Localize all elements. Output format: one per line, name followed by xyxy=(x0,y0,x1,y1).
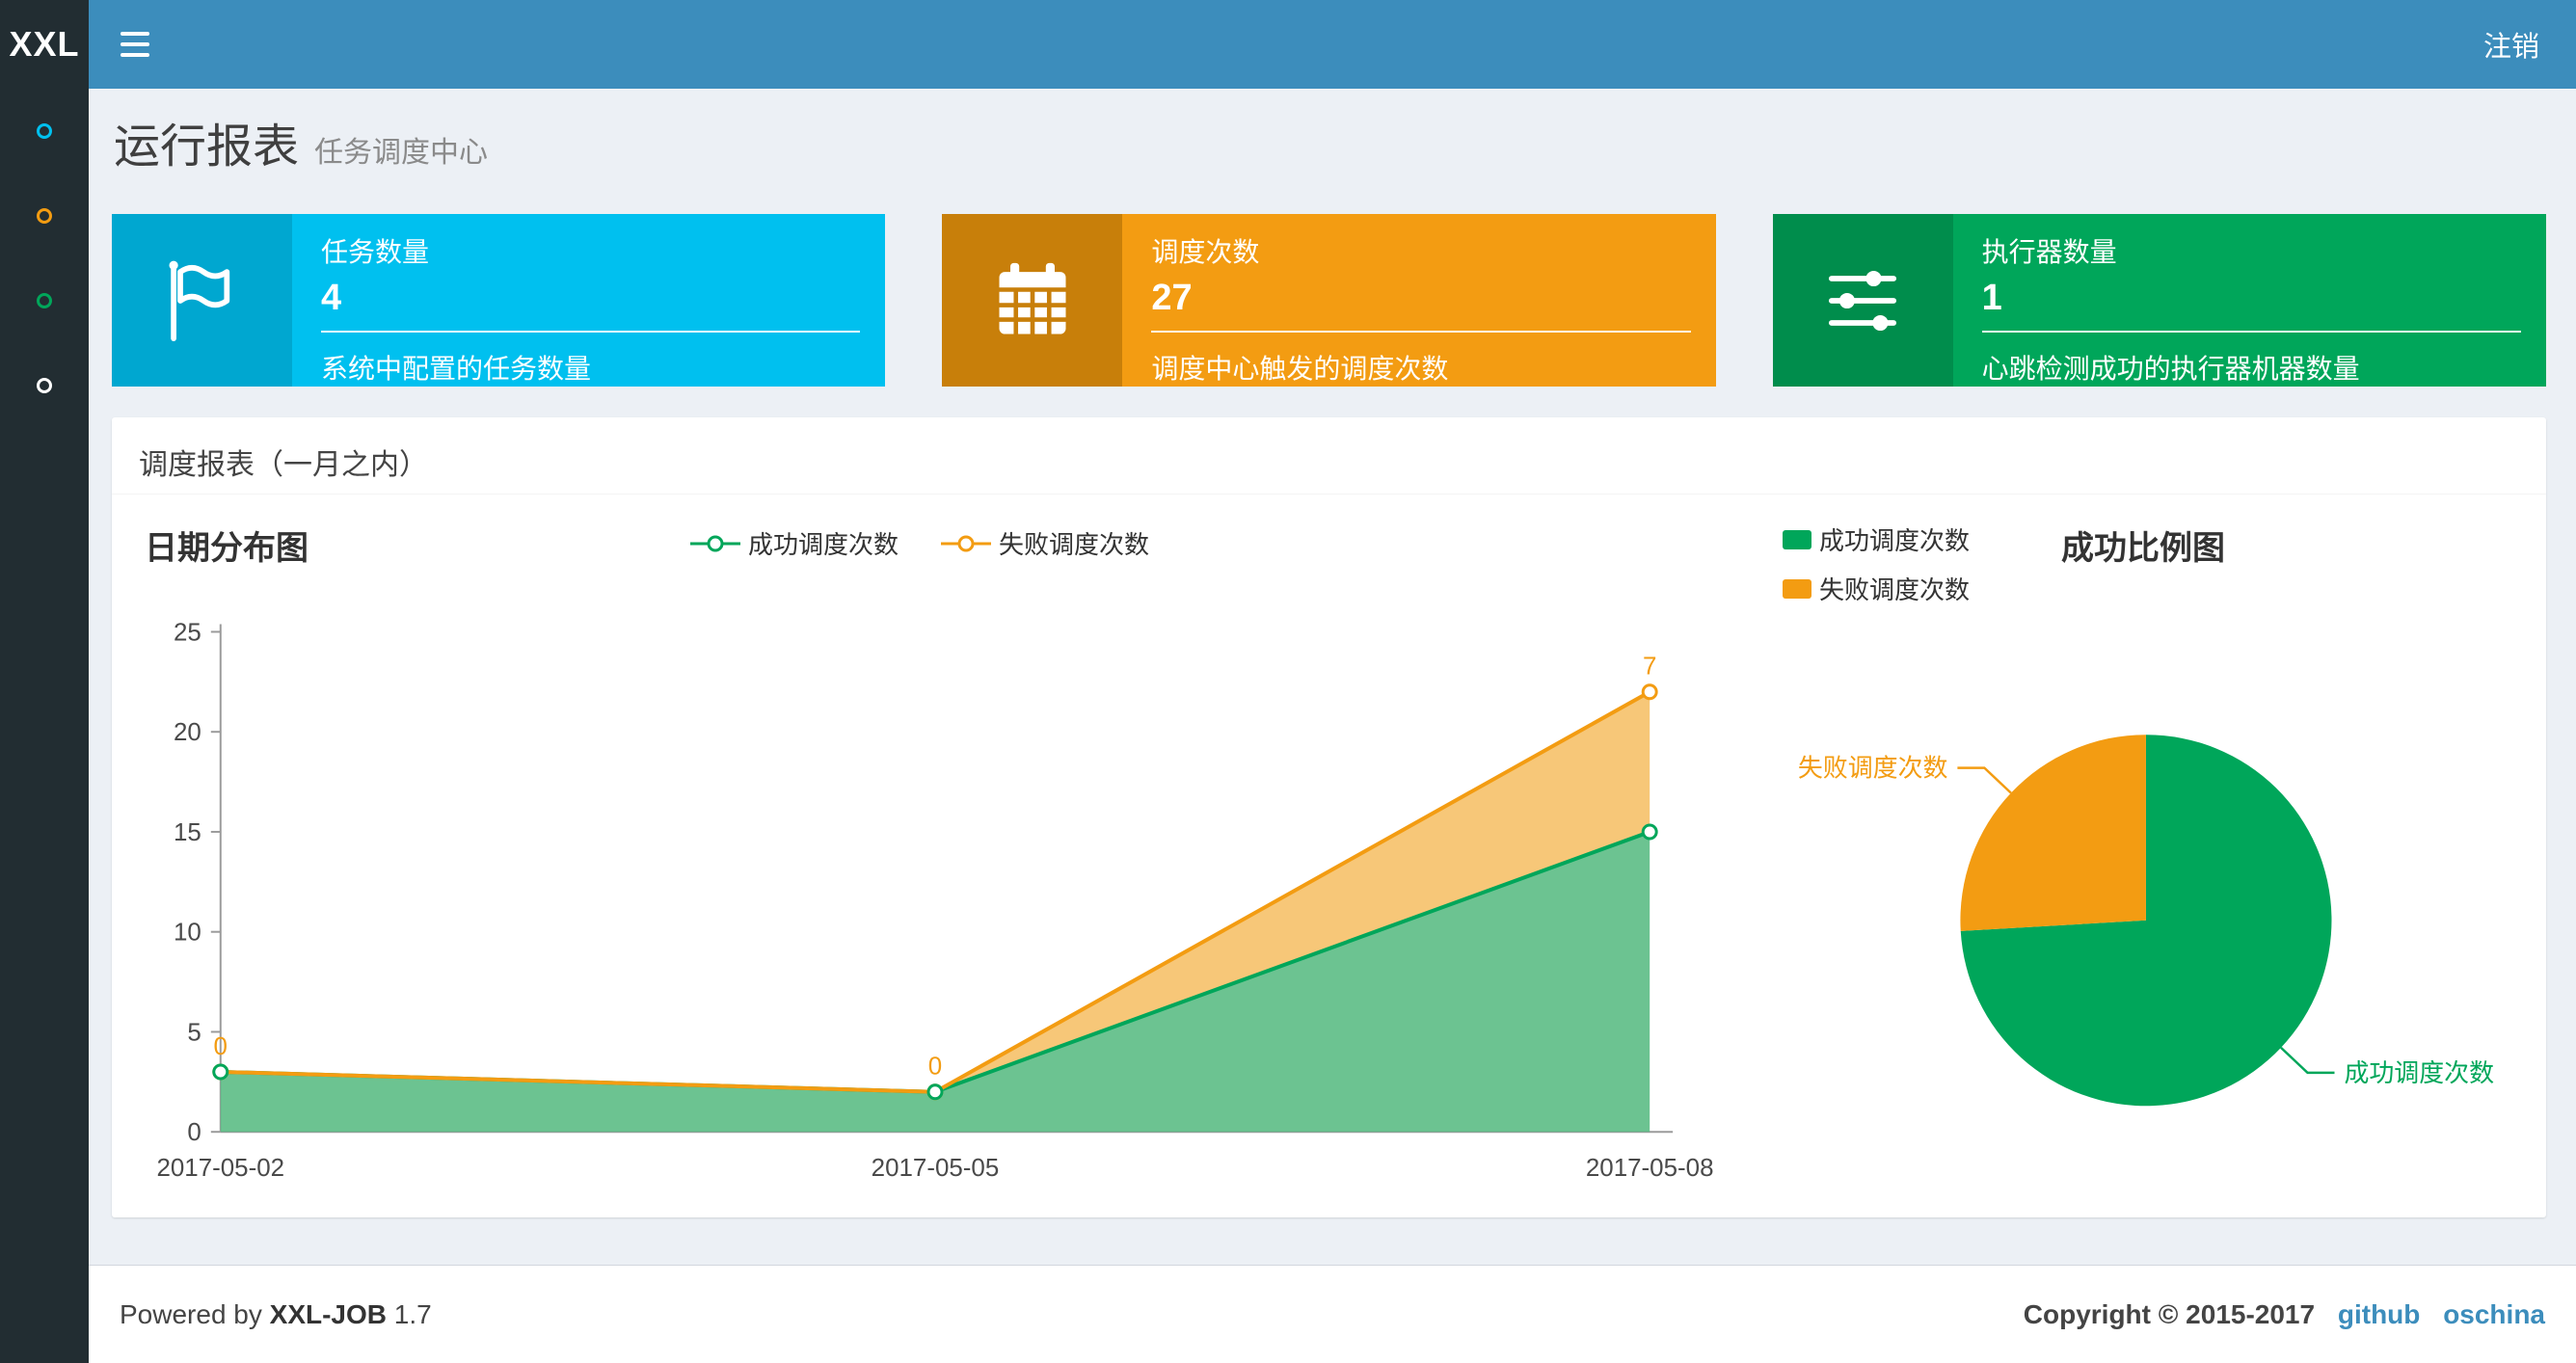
info-box-triggers: 调度次数 27 调度中心触发的调度次数 xyxy=(942,214,1716,387)
legend-item-fail[interactable]: 失败调度次数 xyxy=(1783,571,1970,606)
svg-text:0: 0 xyxy=(187,1119,201,1146)
series-marker-icon xyxy=(941,535,992,551)
svg-text:2017-05-05: 2017-05-05 xyxy=(872,1155,1000,1182)
info-body: 调度次数 27 调度中心触发的调度次数 xyxy=(1122,214,1715,387)
powered-by-label: Powered by xyxy=(120,1298,262,1329)
logout-link[interactable]: 注销 xyxy=(2447,0,2576,89)
page-header: 运行报表 任务调度中心 xyxy=(89,89,2576,175)
info-icon-pane xyxy=(942,214,1123,387)
swatch-icon xyxy=(1783,529,1811,549)
svg-text:10: 10 xyxy=(174,920,201,947)
swatch-icon xyxy=(1783,578,1811,599)
oschina-link[interactable]: oschina xyxy=(2443,1299,2545,1329)
info-box-value: 1 xyxy=(1981,278,2002,318)
github-link[interactable]: github xyxy=(2338,1299,2421,1329)
circle-icon xyxy=(37,378,52,393)
sidebar-item[interactable] xyxy=(0,174,89,258)
top-navbar: XXL 注销 xyxy=(0,0,2576,89)
sidebar-toggle-button[interactable] xyxy=(89,0,181,89)
info-icon-pane xyxy=(112,214,292,387)
legend-item-success[interactable]: 成功调度次数 xyxy=(690,525,899,561)
app-logo[interactable]: XXL xyxy=(0,0,89,89)
info-body: 任务数量 4 系统中配置的任务数量 xyxy=(292,214,885,387)
info-box-jobs: 任务数量 4 系统中配置的任务数量 xyxy=(112,214,886,387)
legend-label: 成功调度次数 xyxy=(1819,526,1971,555)
info-box-title: 调度次数 xyxy=(1151,237,1260,267)
legend-item-success[interactable]: 成功调度次数 xyxy=(1783,521,1970,557)
circle-icon xyxy=(37,123,52,139)
line-chart-legend: 成功调度次数 失败调度次数 xyxy=(690,525,1149,561)
legend-label: 失败调度次数 xyxy=(999,530,1150,559)
success-ratio-chart-title: 成功比例图 xyxy=(2061,530,2225,567)
app-name-label: XXL-JOB xyxy=(269,1298,388,1329)
main-content: 运行报表 任务调度中心 任务数量 4 系统中配置的任务数量 调度次数 27 调度… xyxy=(89,89,2576,1265)
sidebar-item[interactable] xyxy=(0,258,89,343)
series-marker-icon xyxy=(690,535,740,551)
info-box-desc: 系统中配置的任务数量 xyxy=(321,354,592,384)
report-panel: 调度报表（一月之内） 日期分布图 成功调度次数 失败调度次数 成功调度次数 失败… xyxy=(112,417,2546,1217)
flag-icon xyxy=(169,260,229,341)
pie-chart-legend: 成功调度次数 失败调度次数 xyxy=(1783,521,1970,606)
info-box-divider xyxy=(1151,331,1691,333)
svg-text:5: 5 xyxy=(187,1019,201,1046)
info-box-desc: 调度中心触发的调度次数 xyxy=(1151,354,1449,384)
legend-label: 失败调度次数 xyxy=(1819,575,1971,604)
svg-text:15: 15 xyxy=(174,819,201,846)
hamburger-icon xyxy=(121,32,149,36)
circle-icon xyxy=(37,293,52,308)
footer: Powered by XXL-JOB 1.7 Copyright © 2015-… xyxy=(89,1265,2576,1363)
svg-text:2017-05-08: 2017-05-08 xyxy=(1586,1155,1714,1182)
svg-text:失败调度次数: 失败调度次数 xyxy=(1798,755,1948,783)
date-distribution-chart: 05101520252017-05-02 2017-05-05 2017-05-08… xyxy=(156,619,1713,1182)
sliders-icon xyxy=(1829,270,1897,331)
legend-label: 成功调度次数 xyxy=(748,530,899,559)
info-box-executors: 执行器数量 1 心跳检测成功的执行器机器数量 xyxy=(1772,214,2546,387)
svg-text:0: 0 xyxy=(214,1033,228,1060)
page-subtitle: 任务调度中心 xyxy=(314,137,489,169)
info-icon-pane xyxy=(1772,214,1953,387)
svg-text:20: 20 xyxy=(174,719,201,746)
hamburger-icon xyxy=(121,53,149,57)
copyright-text: Copyright © 2015-2017 xyxy=(2023,1298,2316,1329)
svg-text:2017-05-02: 2017-05-02 xyxy=(156,1155,284,1182)
version-label: 1.7 xyxy=(393,1298,432,1329)
svg-text:0: 0 xyxy=(928,1054,942,1081)
info-box-divider xyxy=(321,331,861,333)
legend-item-fail[interactable]: 失败调度次数 xyxy=(941,525,1149,561)
sidebar-item[interactable] xyxy=(0,89,89,174)
info-box-desc: 心跳检测成功的执行器机器数量 xyxy=(1981,354,2360,384)
svg-text:25: 25 xyxy=(174,619,201,646)
info-box-title: 任务数量 xyxy=(321,237,430,267)
info-box-divider xyxy=(1981,331,2521,333)
svg-text:成功调度次数: 成功调度次数 xyxy=(2344,1059,2494,1087)
sidebar-item[interactable] xyxy=(0,343,89,428)
date-distribution-chart-title: 日期分布图 xyxy=(145,530,309,567)
powered-by-text: Powered by XXL-JOB 1.7 xyxy=(120,1299,432,1330)
info-box-title: 执行器数量 xyxy=(1981,237,2117,267)
circle-icon xyxy=(37,208,52,224)
footer-right: Copyright © 2015-2017 github oschina xyxy=(2024,1299,2545,1330)
info-body: 执行器数量 1 心跳检测成功的执行器机器数量 xyxy=(1953,214,2546,387)
svg-text:7: 7 xyxy=(1643,654,1656,681)
info-box-value: 27 xyxy=(1151,278,1193,318)
success-ratio-pie-chart: 成功调度次数 失败调度次数 xyxy=(1798,735,2494,1107)
page-title: 运行报表 xyxy=(114,121,300,173)
hamburger-icon xyxy=(121,42,149,46)
sidebar xyxy=(0,89,89,1363)
calendar-icon xyxy=(999,262,1066,334)
info-box-value: 4 xyxy=(321,278,342,318)
summary-info-row: 任务数量 4 系统中配置的任务数量 调度次数 27 调度中心触发的调度次数 执行… xyxy=(112,214,2546,387)
panel-title: 调度报表（一月之内） xyxy=(112,417,2546,494)
